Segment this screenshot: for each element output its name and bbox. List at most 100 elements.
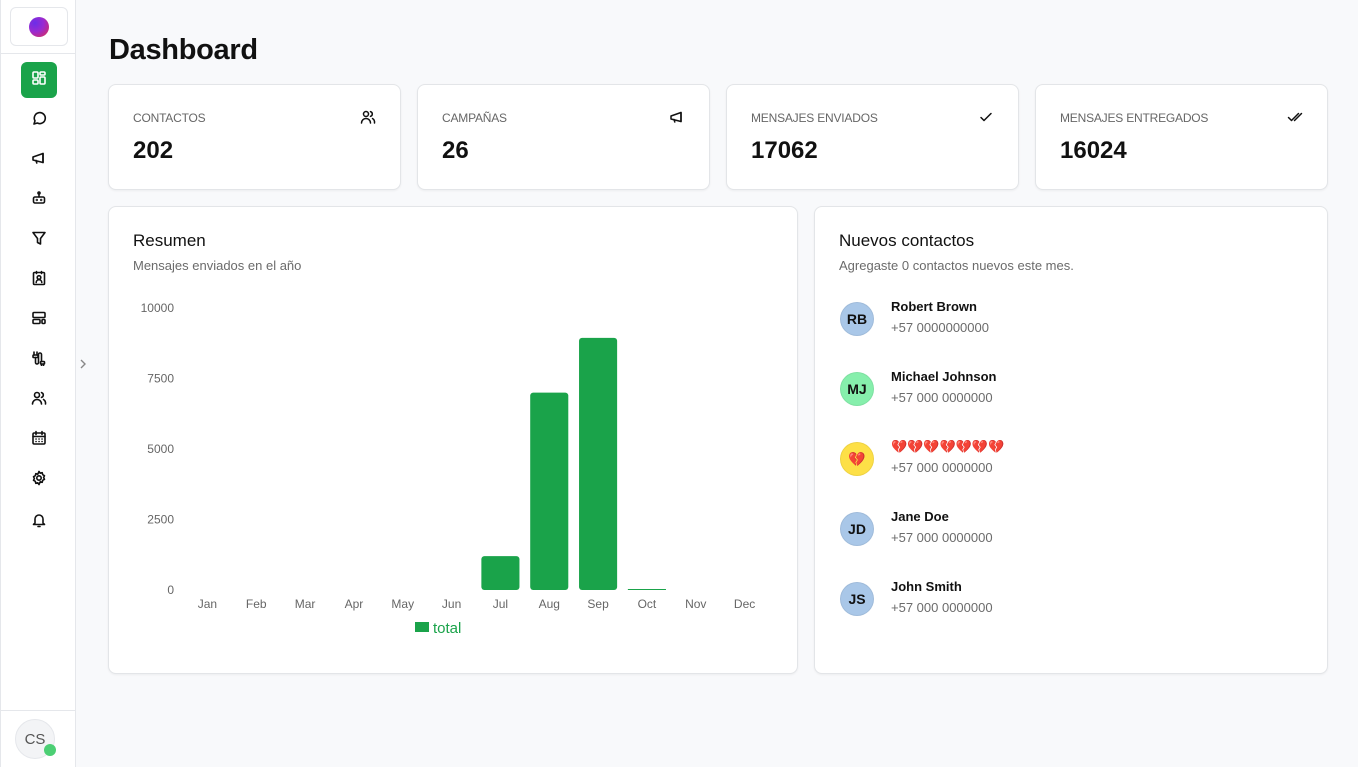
contact-item[interactable]: 💔 💔💔💔💔💔💔💔 +57 000 0000000	[839, 439, 1299, 509]
contact-card-icon	[31, 270, 47, 291]
contact-name: Robert Brown	[891, 299, 977, 314]
stat-card-messages-delivered: MENSAJES ENTREGADOS 16024	[1035, 84, 1328, 190]
stat-label: CONTACTOS	[133, 111, 206, 125]
contact-phone: +57 000 0000000	[891, 530, 993, 545]
sidebar-item-campaigns[interactable]	[21, 142, 57, 178]
bot-icon	[31, 190, 47, 211]
sidebar-item-notifications[interactable]	[21, 504, 57, 540]
stat-card-messages-sent: MENSAJES ENVIADOS 17062	[726, 84, 1019, 190]
bar-sep	[579, 337, 618, 590]
megaphone-icon	[31, 150, 47, 171]
online-status-indicator	[44, 744, 56, 756]
layout-icon	[31, 310, 47, 331]
gear-icon	[31, 470, 47, 491]
sidebar-item-chats[interactable]	[21, 102, 57, 138]
contact-name: 💔💔💔💔💔💔💔	[891, 439, 1005, 454]
legend-label: total	[433, 620, 461, 637]
contact-avatar: 💔	[840, 442, 874, 476]
stat-value: 16024	[1060, 137, 1127, 164]
stat-value: 26	[442, 137, 469, 164]
bar-aug	[530, 392, 569, 590]
cable-icon	[31, 350, 47, 371]
contact-name: John Smith	[891, 579, 962, 594]
check-icon	[978, 109, 994, 125]
contact-phone: +57 000 0000000	[891, 460, 993, 475]
bell-icon	[31, 512, 47, 533]
legend-swatch	[415, 622, 429, 632]
contact-phone: +57 000 0000000	[891, 390, 993, 405]
contact-item[interactable]: RB Robert Brown +57 0000000000	[839, 299, 1299, 369]
summary-card: Resumen Mensajes enviados en el año 0 250…	[108, 206, 798, 674]
y-tick-label: 7500	[147, 372, 174, 386]
contact-item[interactable]: JD Jane Doe +57 000 0000000	[839, 509, 1299, 579]
contact-item[interactable]: MJ Michael Johnson +57 000 0000000	[839, 369, 1299, 439]
card-subtitle: Agregaste 0 contactos nuevos este mes.	[839, 258, 1074, 273]
filter-icon	[31, 230, 47, 251]
x-tick-label: Jan	[198, 597, 217, 611]
sidebar: CS	[0, 0, 76, 767]
chevron-right-icon	[78, 357, 88, 374]
stat-label: MENSAJES ENVIADOS	[751, 111, 878, 125]
contact-name: Jane Doe	[891, 509, 949, 524]
megaphone-icon	[669, 109, 685, 125]
y-tick-label: 0	[167, 583, 174, 597]
new-contacts-card: Nuevos contactos Agregaste 0 contactos n…	[814, 206, 1328, 674]
x-tick-label: Nov	[685, 597, 706, 611]
x-tick-label: Aug	[539, 597, 560, 611]
bar-oct	[627, 589, 666, 590]
logo-button[interactable]	[10, 7, 68, 46]
x-tick-label: Sep	[587, 597, 609, 611]
contact-avatar: MJ	[840, 372, 874, 406]
contact-avatar: JS	[840, 582, 874, 616]
x-tick-label: Oct	[638, 597, 657, 611]
sidebar-collapse-toggle[interactable]	[78, 357, 92, 375]
x-tick-label: Feb	[246, 597, 267, 611]
sidebar-item-settings[interactable]	[21, 462, 57, 498]
contact-avatar: JD	[840, 512, 874, 546]
x-tick-label: Jul	[493, 597, 508, 611]
contact-phone: +57 0000000000	[891, 320, 989, 335]
divider	[1, 53, 76, 54]
x-tick-label: Jun	[442, 597, 461, 611]
grid-icon	[31, 70, 47, 91]
card-title: Nuevos contactos	[839, 231, 975, 250]
x-tick-label: Dec	[734, 597, 755, 611]
stat-value: 202	[133, 137, 174, 164]
sidebar-nav	[21, 62, 57, 544]
sidebar-item-dashboard[interactable]	[21, 62, 57, 98]
stat-card-contacts: CONTACTOS 202	[108, 84, 401, 190]
calendar-icon	[31, 430, 47, 451]
contact-item[interactable]: JS John Smith +57 000 0000000	[839, 579, 1299, 649]
contact-name: Michael Johnson	[891, 369, 997, 384]
sidebar-item-users[interactable]	[21, 382, 57, 418]
x-tick-label: Apr	[345, 597, 364, 611]
sidebar-item-calendar[interactable]	[21, 422, 57, 458]
y-tick-label: 5000	[147, 442, 174, 456]
sidebar-item-contacts-book[interactable]	[21, 262, 57, 298]
users-icon	[360, 109, 376, 125]
y-tick-label: 10000	[141, 301, 175, 315]
brand-logo	[29, 16, 49, 37]
message-circle-icon	[31, 110, 47, 131]
page-title: Dashboard	[109, 34, 258, 66]
stat-card-campaigns: CAMPAÑAS 26	[417, 84, 710, 190]
x-tick-label: May	[391, 597, 414, 611]
bar-jul	[481, 556, 520, 590]
contact-phone: +57 000 0000000	[891, 600, 993, 615]
users-icon	[31, 390, 47, 411]
contact-avatar: RB	[840, 302, 874, 336]
sidebar-item-templates[interactable]	[21, 302, 57, 338]
stat-label: CAMPAÑAS	[442, 111, 507, 125]
contact-list: RB Robert Brown +57 0000000000 MJ Michae…	[839, 299, 1299, 649]
double-check-icon	[1287, 109, 1303, 125]
user-initials: CS	[24, 730, 46, 748]
stat-label: MENSAJES ENTREGADOS	[1060, 111, 1209, 125]
sidebar-item-integrations[interactable]	[21, 342, 57, 378]
stat-value: 17062	[751, 137, 818, 164]
x-tick-label: Mar	[295, 597, 316, 611]
bar-chart: 0 2500 5000 7500 10000 Jan Feb Mar Apr May Jun Jul A…	[141, 301, 756, 637]
y-tick-label: 2500	[147, 513, 174, 527]
sidebar-item-bots[interactable]	[21, 182, 57, 218]
divider	[1, 710, 76, 711]
sidebar-item-funnels[interactable]	[21, 222, 57, 258]
